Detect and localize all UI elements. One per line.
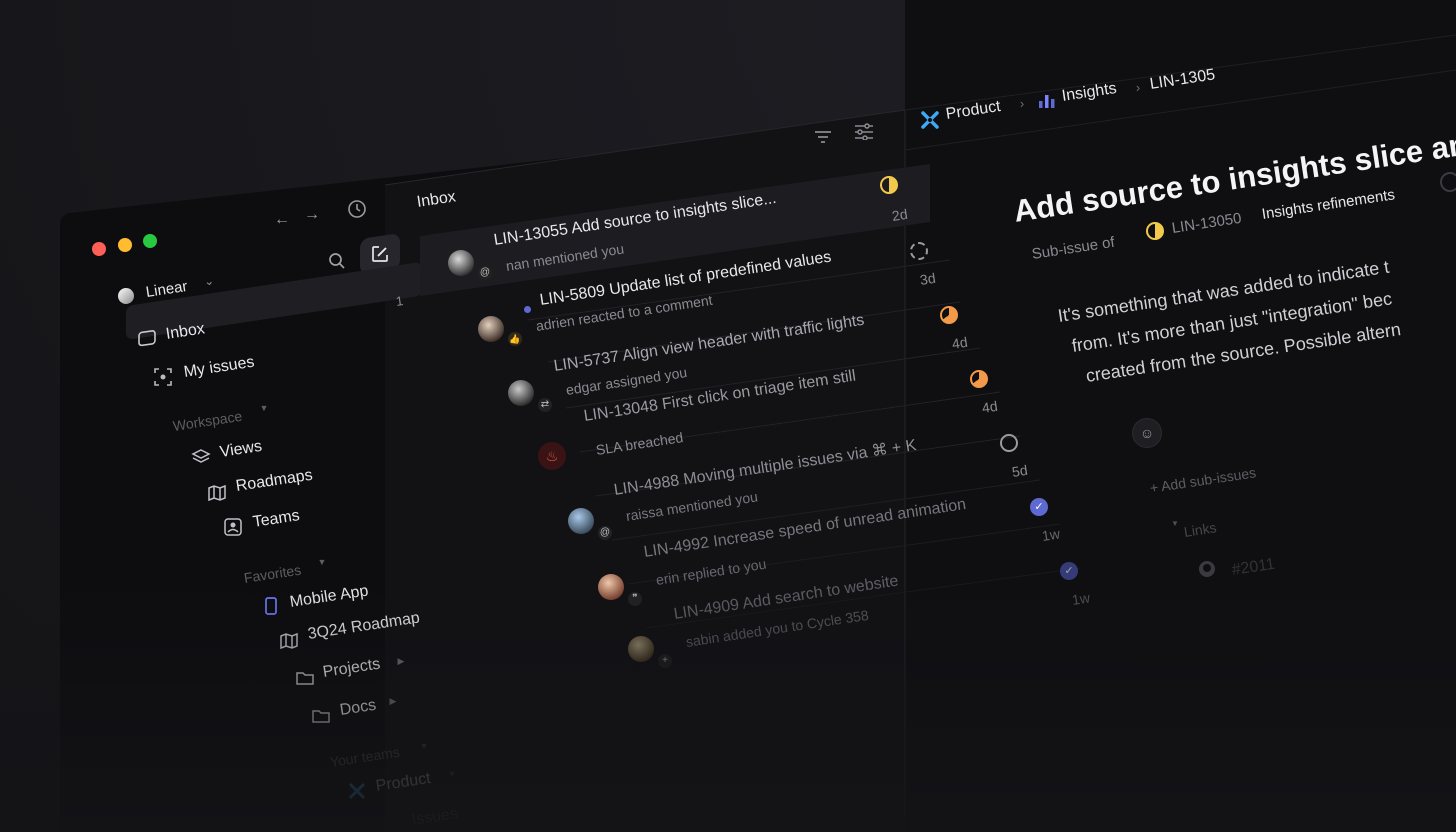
avatar xyxy=(508,380,534,406)
inbox-item-age: 5d xyxy=(1010,461,1029,480)
chevron-right-icon: › xyxy=(1135,79,1141,95)
inbox-item-age: 2d xyxy=(890,205,909,224)
in-progress-status-icon xyxy=(940,306,958,324)
chevron-right-icon: › xyxy=(1019,95,1025,111)
avatar xyxy=(478,316,504,342)
avatar xyxy=(628,636,654,662)
add-reaction-icon[interactable]: ☺ xyxy=(1132,418,1162,448)
insights-bar-chart-icon xyxy=(1036,90,1058,110)
avatar xyxy=(598,574,624,600)
sla-breach-icon: ♨ xyxy=(538,442,566,470)
done-status-icon: ✓ xyxy=(1060,562,1078,580)
product-team-icon xyxy=(918,108,942,132)
parent-progress-icon xyxy=(1440,172,1456,192)
done-status-icon: ✓ xyxy=(1030,498,1048,516)
linear-app: ← → Linear ⌄ Inbox 1 My issues Workspace… xyxy=(0,0,1456,832)
inbox-selected-highlight xyxy=(420,164,1081,629)
backlog-status-icon xyxy=(910,242,928,260)
assign-badge: ⇄ xyxy=(538,398,552,412)
inbox-item-age: 4d xyxy=(980,397,999,416)
inbox-item-age: 4d xyxy=(950,333,969,352)
reply-badge: ❞ xyxy=(628,592,642,606)
mention-badge: @ xyxy=(478,266,492,280)
in-progress-status-icon xyxy=(880,176,898,194)
in-progress-status-icon xyxy=(970,370,988,388)
inbox-item-age: 3d xyxy=(918,269,937,288)
reaction-badge: 👍 xyxy=(508,332,522,346)
mention-badge: @ xyxy=(598,526,612,540)
todo-status-icon xyxy=(1000,434,1018,452)
app-screen: ← → Linear ⌄ Inbox 1 My issues Workspace… xyxy=(0,0,1456,832)
avatar xyxy=(568,508,594,534)
add-badge: + xyxy=(658,654,672,668)
unread-dot-icon xyxy=(524,306,531,313)
github-icon xyxy=(1196,558,1218,580)
inbox-item-age: 1w xyxy=(1070,589,1091,608)
inbox-item-age: 1w xyxy=(1040,525,1061,544)
caret-down-icon: ▼ xyxy=(1171,518,1179,528)
avatar xyxy=(448,250,474,276)
in-progress-status-icon xyxy=(1146,222,1164,240)
